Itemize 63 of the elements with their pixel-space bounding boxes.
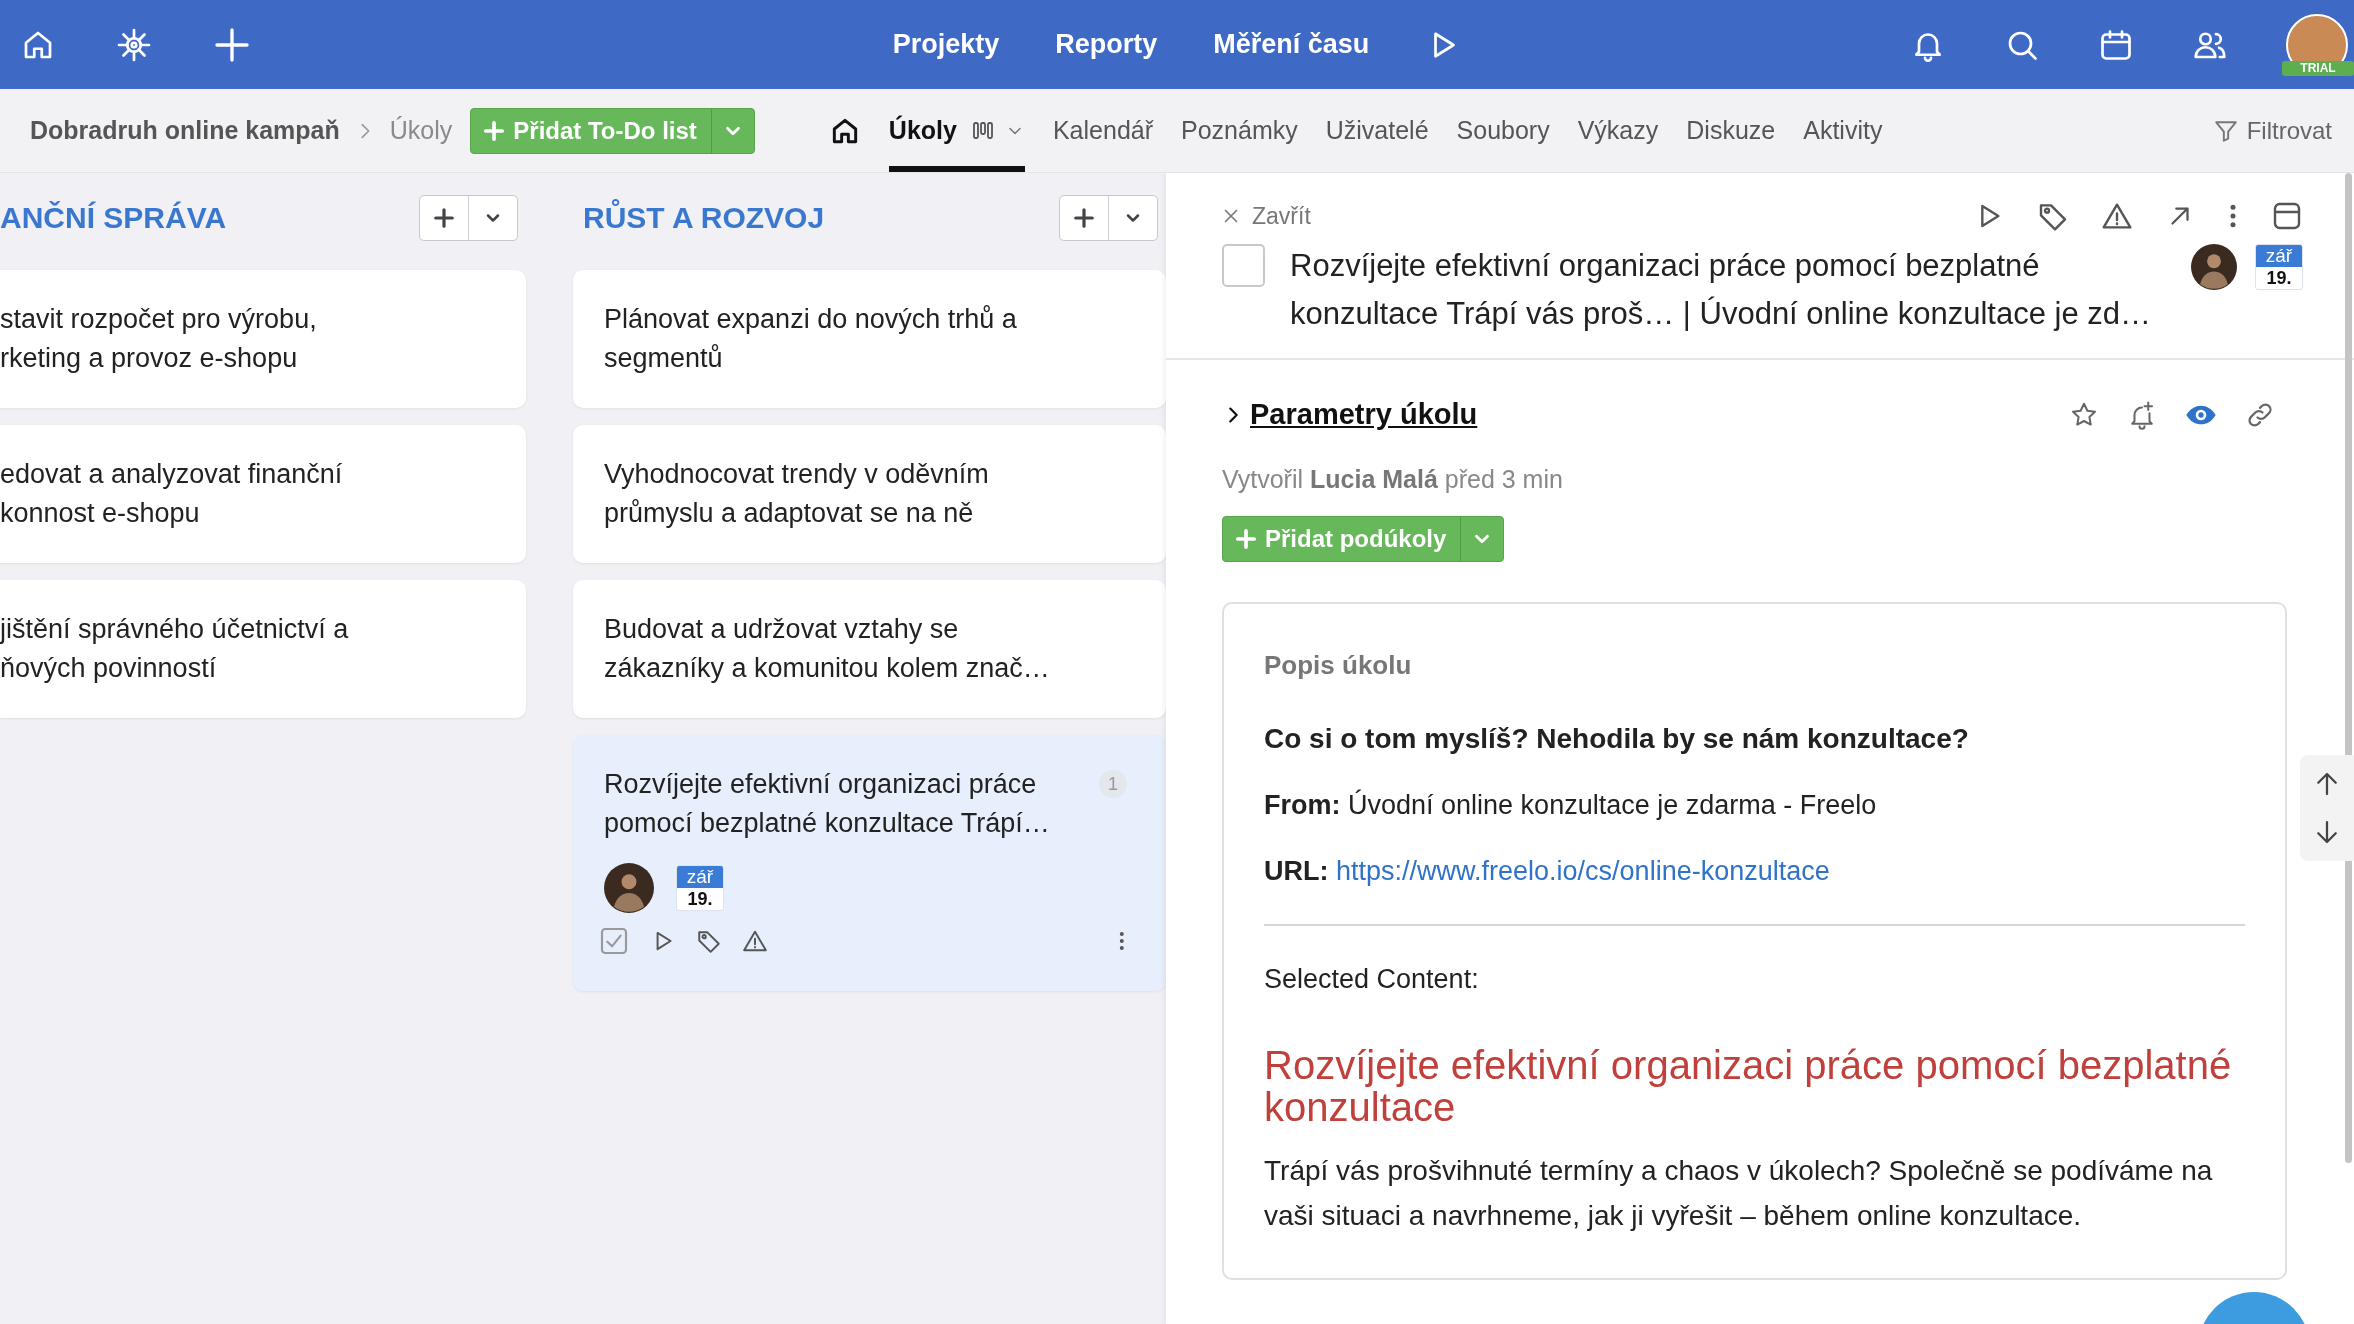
description-heading: Popis úkolu [1264, 650, 1413, 680]
nav-link[interactable]: Reporty [1055, 29, 1158, 60]
gear-icon[interactable] [116, 26, 152, 63]
comment-count: 1 [1099, 770, 1127, 798]
tab[interactable]: Poznámky [1181, 89, 1298, 172]
column-add-button[interactable] [419, 195, 518, 241]
avatar [604, 863, 654, 913]
project-name[interactable]: Dobradruh online kampaň [30, 116, 340, 145]
trial-badge: TRIAL [2282, 60, 2354, 76]
tag-icon[interactable] [696, 928, 722, 954]
column-title: RŮST A ROZVOJ [583, 201, 825, 235]
warning-icon[interactable] [742, 928, 768, 954]
close-button[interactable]: Zavřít [1220, 202, 1311, 230]
tab[interactable]: Výkazy [1577, 89, 1659, 172]
tab[interactable]: Diskuze [1686, 89, 1776, 172]
task-card[interactable]: jištění správného účetnictví a ňových povinností [0, 580, 526, 718]
more-icon[interactable] [1117, 929, 1127, 953]
due-day: 19. [2256, 267, 2302, 289]
panel-icon[interactable] [2271, 200, 2303, 232]
complete-checkbox-icon[interactable] [598, 925, 630, 957]
column-title: ANČNÍ SPRÁVA [0, 201, 227, 235]
nav-link[interactable]: Měření času [1213, 29, 1370, 60]
parameters-toggle[interactable]: Parametry úkolu [1250, 398, 1478, 431]
created-info: Vytvořil Lucia Malá před 3 min [1222, 465, 1564, 494]
task-title: Rozvíjejte efektivní organizaci práce pomocí bezplatné konzultace Trápí vás proš… | Úvodní online konzultace je zd… [1290, 247, 2151, 333]
avatar [2191, 244, 2237, 290]
task-card[interactable]: Plánovat expanzi do nových trhů a segmentů [573, 270, 1166, 408]
article-title: Rozvíjejte efektivní organizaci práce pomocí bezplatné konzultace [1264, 1044, 2233, 1128]
plus-icon [433, 207, 455, 229]
plus-icon [1073, 207, 1095, 229]
task-title: jištění správného účetnictví a ňových povinností [0, 613, 349, 685]
from-line: From: Úvodní online konzultace je zdarma - Freelo [1264, 788, 1878, 822]
task-card[interactable]: edovat a analyzovat finanční konnost e-shopu [0, 425, 526, 563]
tab[interactable]: Uživatelé [1325, 89, 1429, 172]
task-title: Rozvíjejte efektivní organizaci práce pomocí bezplatné konzultace Trápí… [604, 768, 1050, 840]
task-title: Budovat a udržovat vztahy se zákazníky a komunitou kolem znač… [604, 613, 1050, 685]
tab[interactable]: Kalendář [1052, 89, 1153, 172]
task-checkbox[interactable] [1222, 244, 1265, 287]
task-card[interactable]: Budovat a udržovat vztahy se zákazníky a komunitou kolem znač… [573, 580, 1166, 718]
plus-icon [1235, 528, 1257, 550]
nav-link[interactable]: Projekty [892, 29, 1000, 60]
task-card[interactable]: stavit rozpočet pro výrobu, rketing a provoz e-shopu [0, 270, 526, 408]
task-card[interactable]: Rozvíjejte efektivní organizaci práce pomocí bezplatné konzultace Trápí… 1 zář 19. [573, 735, 1166, 991]
url-link[interactable]: https://www.freelo.io/cs/online-konzultace [1336, 856, 1830, 886]
filter-button[interactable]: Filtrovat [2212, 116, 2354, 145]
task-title: Plánovat expanzi do nových trhů a segmentů [604, 303, 1017, 375]
column-add-button[interactable] [1059, 195, 1158, 241]
description-question: Co si o tom myslíš? Nehodila by se nám konzultace? [1264, 722, 1970, 756]
selected-content-label: Selected Content: [1264, 963, 1480, 996]
task-title: Vyhodnocovat trendy v oděvním průmyslu a adaptovat se na ně [604, 458, 989, 530]
task-title: edovat a analyzovat finanční konnost e-shopu [0, 458, 343, 530]
breadcrumb-current: Úkoly [389, 116, 453, 145]
task-title: stavit rozpočet pro výrobu, rketing a provoz e-shopu [0, 303, 317, 375]
due-month: zář [2256, 245, 2302, 267]
due-day: 19. [677, 888, 723, 910]
scroll-buttons[interactable] [2300, 755, 2354, 861]
tab[interactable]: Soubory [1456, 89, 1550, 172]
url-label: URL: [1264, 856, 1329, 886]
article-text: Trápí vás prošvihnuté termíny a chaos v úkolech? Společně se podíváme na vaši situaci a navrhneme, jak ji vyřešit – během online konzultace. [1264, 1154, 2214, 1233]
due-month: zář [677, 866, 723, 888]
task-card[interactable]: Vyhodnocovat trendy v oděvním průmyslu a adaptovat se na ně [573, 425, 1166, 563]
tab[interactable]: Aktivity [1803, 89, 1883, 172]
plus-icon [483, 119, 506, 142]
